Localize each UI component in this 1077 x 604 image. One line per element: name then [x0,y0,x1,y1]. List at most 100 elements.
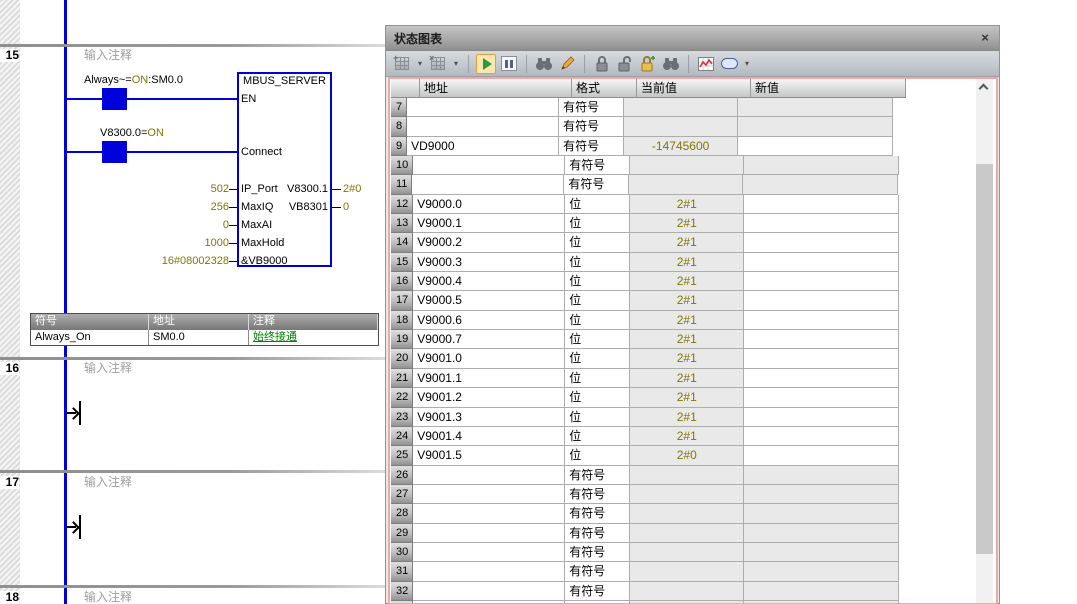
force-button[interactable] [592,54,612,74]
row-number-cell[interactable]: 15 [391,253,413,272]
new-value-cell[interactable] [744,562,899,581]
new-value-cell[interactable] [743,175,898,194]
address-cell[interactable]: V9000.6 [413,311,565,330]
row-number-cell[interactable]: 12 [391,195,413,214]
param-value-vb9000[interactable]: 16#08002328 [90,255,229,267]
new-value-cell[interactable] [738,117,893,136]
new-value-cell[interactable] [744,504,899,523]
address-cell[interactable] [407,117,559,136]
format-cell[interactable]: 有符号 [559,98,624,117]
format-column-header[interactable]: 格式 [572,79,637,98]
format-cell[interactable]: 位 [565,369,630,388]
param-value-maxai[interactable]: 0 [90,219,229,231]
format-cell[interactable]: 位 [565,446,630,465]
row-number-cell[interactable]: 7 [391,98,407,117]
row-number-cell[interactable]: 9 [391,137,407,156]
new-value-cell[interactable] [744,427,899,446]
format-cell[interactable]: 有符号 [565,485,630,504]
address-cell[interactable]: VD9000 [407,137,559,156]
unforce-button[interactable] [615,54,635,74]
address-cell[interactable] [413,524,565,543]
format-cell[interactable]: 有符号 [565,543,630,562]
row-number-cell[interactable]: 13 [391,214,413,233]
row-number-cell[interactable]: 29 [391,524,413,543]
row-number-cell[interactable]: 30 [391,543,413,562]
format-cell[interactable]: 有符号 [565,524,630,543]
address-cell[interactable]: V9000.7 [413,330,565,349]
row-number-cell[interactable]: 19 [391,330,413,349]
row-number-cell[interactable]: 18 [391,311,413,330]
new-value-cell[interactable] [744,582,899,601]
new-value-cell[interactable] [744,369,899,388]
pause-chart-button[interactable] [499,54,519,74]
format-cell[interactable]: 有符号 [565,156,630,175]
contact-2-energized[interactable] [105,141,124,163]
row-number-cell[interactable]: 32 [391,582,413,601]
new-value-cell[interactable] [744,408,899,427]
new-value-cell[interactable] [744,330,899,349]
delete-row-dropdown[interactable]: ▾ [451,54,461,74]
status-chart-titlebar[interactable]: 状态图表 × [386,26,999,51]
format-cell[interactable]: 位 [565,214,630,233]
address-cell[interactable]: V9000.1 [413,214,565,233]
network-17-comment[interactable]: 输入注释 [84,476,132,489]
force-all-button[interactable] [638,54,658,74]
new-value-cell[interactable] [744,195,899,214]
output-value-v8300-1[interactable]: 2#0 [343,183,361,195]
address-cell[interactable] [413,485,565,504]
row-number-cell[interactable]: 28 [391,504,413,523]
format-cell[interactable]: 位 [565,330,630,349]
new-value-cell[interactable] [744,446,899,465]
row-number-cell[interactable]: 11 [391,175,412,194]
format-cell[interactable]: 位 [565,388,630,407]
format-cell[interactable]: 位 [565,349,630,368]
address-tag-button[interactable] [719,54,739,74]
format-cell[interactable]: 位 [565,291,630,310]
address-cell[interactable] [413,582,565,601]
trend-view-button[interactable] [696,54,716,74]
format-cell[interactable]: 位 [565,311,630,330]
new-value-cell[interactable] [744,543,899,562]
row-number-cell[interactable]: 14 [391,233,413,252]
write-all-button[interactable] [557,54,577,74]
row-number-cell[interactable]: 8 [391,117,407,136]
address-cell[interactable]: V9001.0 [413,349,565,368]
row-number-cell[interactable]: 26 [391,466,413,485]
scrollbar-thumb[interactable] [976,164,993,554]
format-cell[interactable]: 位 [565,408,630,427]
chart-status-on-button[interactable] [476,54,496,74]
format-cell[interactable]: 有符号 [565,466,630,485]
address-cell[interactable]: V9001.2 [413,388,565,407]
network-15-comment[interactable]: 输入注释 [84,49,132,62]
row-number-cell[interactable]: 16 [391,272,413,291]
new-value-cell[interactable] [744,524,899,543]
format-cell[interactable]: 有符号 [559,137,624,156]
close-icon[interactable]: × [977,30,993,46]
address-cell[interactable] [412,175,564,194]
contact-1-energized[interactable] [105,88,124,110]
row-number-cell[interactable]: 22 [391,388,413,407]
row-number-cell[interactable]: 17 [391,291,413,310]
new-value-cell[interactable] [744,311,899,330]
address-cell[interactable] [413,156,565,175]
row-number-cell[interactable]: 10 [391,156,413,175]
address-column-header[interactable]: 地址 [420,79,572,98]
network-16-comment[interactable]: 输入注释 [84,362,132,375]
insert-row-dropdown[interactable]: ▾ [415,54,425,74]
format-cell[interactable]: 有符号 [559,117,624,136]
row-number-cell[interactable]: 27 [391,485,413,504]
new-value-cell[interactable] [744,349,899,368]
address-cell[interactable]: V9000.5 [413,291,565,310]
address-cell[interactable]: V9000.4 [413,272,565,291]
new-value-cell[interactable] [744,291,899,310]
format-cell[interactable]: 位 [565,272,630,291]
output-value-vb8301[interactable]: 0 [343,201,349,213]
address-cell[interactable]: V9000.3 [413,253,565,272]
format-cell[interactable]: 位 [565,195,630,214]
format-cell[interactable]: 有符号 [565,504,630,523]
new-value-cell[interactable] [738,98,893,117]
address-cell[interactable]: V9001.1 [413,369,565,388]
address-cell[interactable]: V9001.5 [413,446,565,465]
new-value-cell[interactable] [744,388,899,407]
insert-row-button[interactable]: + [392,54,412,74]
